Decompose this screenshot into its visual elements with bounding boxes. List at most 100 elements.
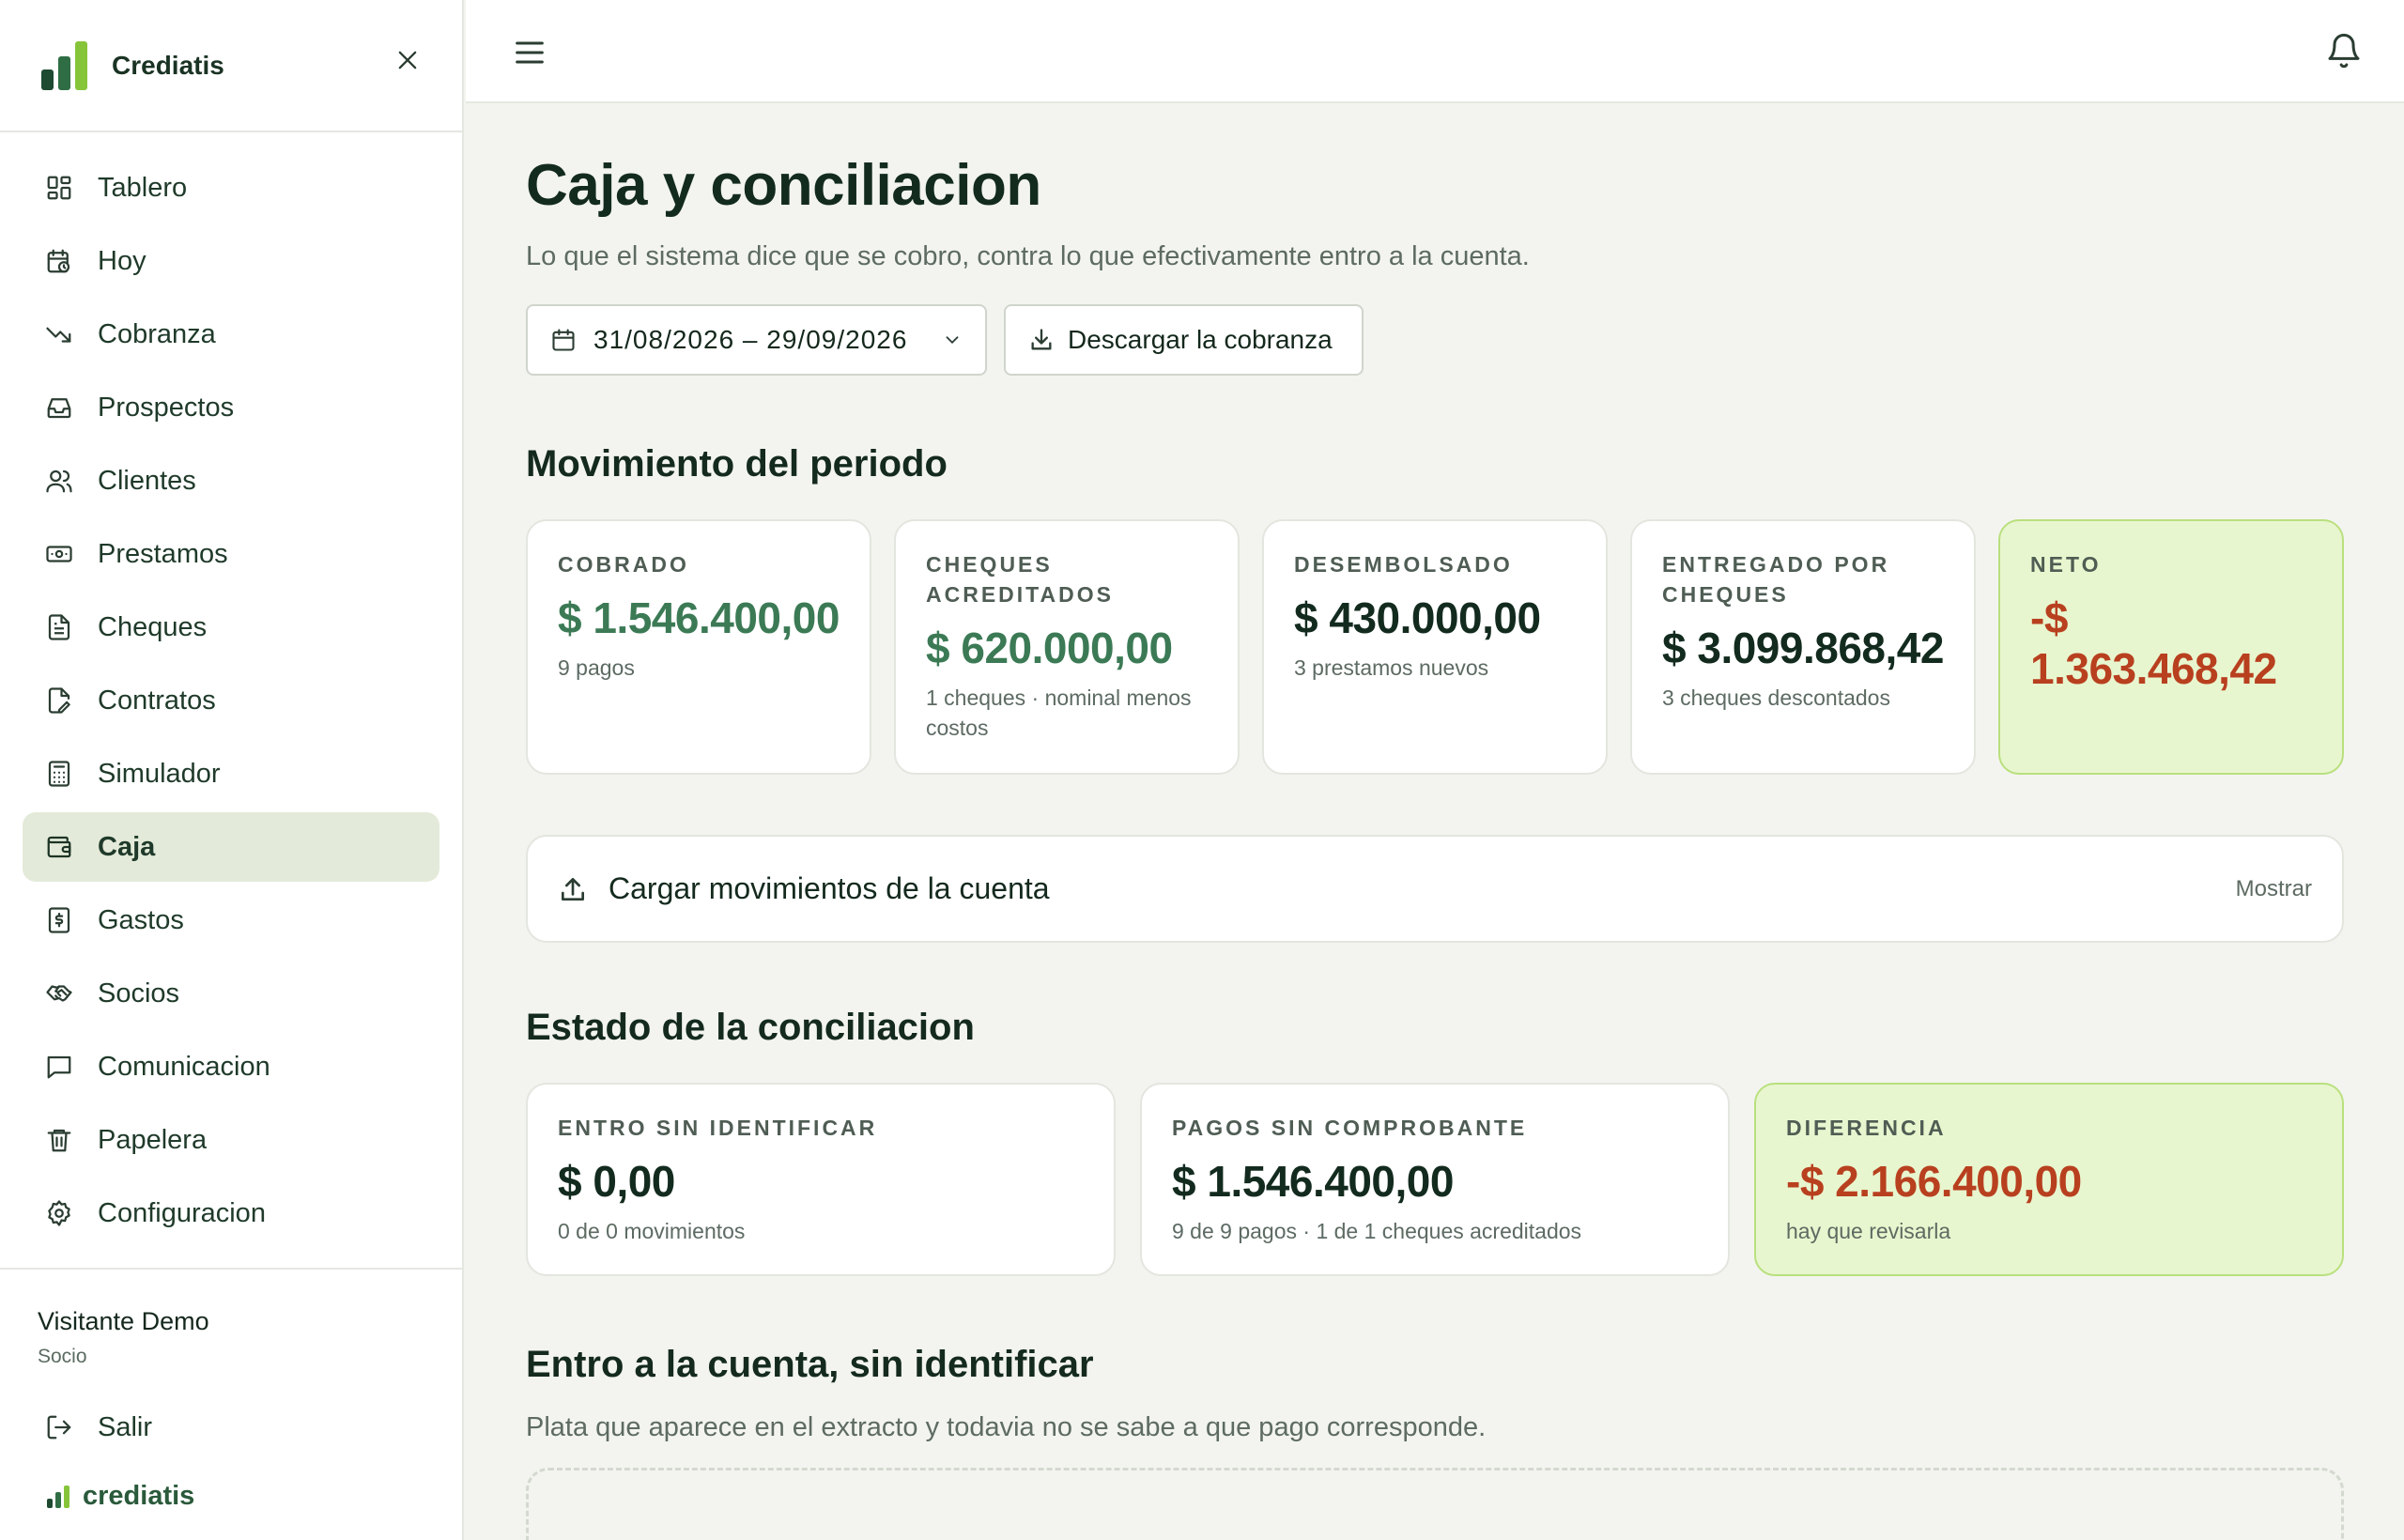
download-button[interactable]: Descargar la cobranza [1004,304,1364,376]
page-title: Caja y conciliacion [526,153,1041,218]
movimiento-cards: COBRADO $ 1.546.400,00 9 pagos CHEQUES A… [526,519,2344,775]
toolbar: 31/08/2026 – 29/09/2026 Descargar la cob… [526,304,2344,376]
sidebar-item-caja[interactable]: Caja [23,812,439,882]
sidebar-item-label: Papelera [98,1124,208,1155]
footer-brand-name: crediatis [83,1481,195,1511]
sidebar-item-cheques[interactable]: Cheques [23,593,439,662]
handshake-icon [46,985,72,1002]
card-label: NETO [2030,552,2102,577]
logo-icon [47,1485,69,1508]
footer-brand: crediatis [0,1481,464,1512]
gear-icon [48,1200,70,1226]
sidebar-item-label: Socios [98,978,180,1009]
card-note: hay que revisarla [1786,1219,1951,1243]
notifications-button[interactable] [2325,32,2363,69]
stat-card-entro-sin-identificar: ENTRO SIN IDENTIFICAR $ 0,00 0 de 0 movi… [526,1083,1116,1276]
sidebar-item-hoy[interactable]: Hoy [23,226,439,296]
sidebar-item-comunicacion[interactable]: Comunicacion [23,1032,439,1101]
card-label: PAGOS SIN COMPROBANTE [1172,1116,1528,1140]
sidebar-item-label: Contratos [98,685,216,716]
user-name: Visitante Demo [38,1307,209,1335]
logout-button[interactable]: Salir [23,1393,441,1462]
receipt-dollar-icon [48,907,70,933]
download-label: Descargar la cobranza [1068,325,1333,354]
brand-name: Crediatis [112,50,224,80]
sidebar-item-papelera[interactable]: Papelera [23,1105,439,1175]
section-subtitle-sin-identificar: Plata que aparece en el extracto y todav… [526,1412,1487,1442]
card-label: COBRADO [558,552,689,577]
trending-down-icon [46,327,71,343]
date-range-value: 31/08/2026 – 29/09/2026 [593,325,908,354]
upload-icon [562,877,584,901]
file-text-icon [48,614,70,640]
unidentified-dropzone [526,1468,2344,1540]
dashboard-icon [47,176,71,200]
stat-card-entregado-por-cheques: ENTREGADO POR CHEQUES $ 3.099.868,42 3 c… [1630,519,1976,775]
card-label: CHEQUES ACREDITADOS [926,552,1114,607]
date-range-picker[interactable]: 31/08/2026 – 29/09/2026 [526,304,987,376]
sidebar-item-tablero[interactable]: Tablero [23,153,439,223]
stat-card-cheques-acreditados: CHEQUES ACREDITADOS $ 620.000,00 1 chequ… [894,519,1240,775]
sidebar-item-clientes[interactable]: Clientes [23,446,439,516]
logo-icon [41,40,87,90]
card-note: 9 pagos [558,655,635,680]
users-icon [46,470,72,493]
section-title-sin-identificar: Entro a la cuenta, sin identificar [526,1344,1094,1385]
card-note: 1 cheques · nominal menos costos [926,685,1192,740]
user-role: Socio [38,1346,87,1367]
calendar-clock-icon [47,249,70,273]
calendar-icon [552,329,575,351]
page-subtitle: Lo que el sistema dice que se cobro, con… [526,241,1530,271]
sidebar-nav: Tablero Hoy Cobranza Prospectos Clientes… [0,132,462,1248]
card-value: $ 1.546.400,00 [558,593,840,642]
sidebar-item-label: Configuracion [98,1197,266,1228]
stat-card-diferencia: DIFERENCIA -$ 2.166.400,00 hay que revis… [1754,1083,2344,1276]
card-value: $ 3.099.868,42 [1662,624,1944,672]
sidebar-item-label: Cheques [98,611,208,642]
message-icon [47,1055,71,1079]
sidebar-item-label: Caja [98,831,156,862]
upload-movements-panel[interactable]: Cargar movimientos de la cuenta Mostrar [526,835,2344,943]
card-value: $ 620.000,00 [926,624,1173,672]
card-note: 0 de 0 movimientos [558,1219,746,1243]
conciliacion-cards: ENTRO SIN IDENTIFICAR $ 0,00 0 de 0 movi… [526,1083,2344,1276]
sidebar-item-label: Tablero [98,172,188,203]
sidebar-item-prestamos[interactable]: Prestamos [23,519,439,589]
file-edit-icon [48,687,70,714]
sidebar-item-configuracion[interactable]: Configuracion [23,1178,439,1248]
sidebar-footer: Visitante Demo Socio Salir crediatis [0,1268,464,1512]
hamburger-icon [516,41,544,64]
sidebar-item-contratos[interactable]: Contratos [23,666,439,735]
sidebar-item-cobranza[interactable]: Cobranza [23,300,439,369]
card-note: 9 de 9 pagos · 1 de 1 cheques acreditado… [1172,1219,1582,1243]
card-value: -$ 2.166.400,00 [1786,1157,2082,1206]
card-note: 3 prestamos nuevos [1294,655,1489,680]
card-note: 3 cheques descontados [1662,685,1890,710]
sidebar-item-prospectos[interactable]: Prospectos [23,373,439,442]
stat-card-pagos-sin-comprobante: PAGOS SIN COMPROBANTE $ 1.546.400,00 9 d… [1140,1083,1730,1276]
sidebar-item-gastos[interactable]: Gastos [23,886,439,955]
close-sidebar-button[interactable] [387,39,428,81]
card-label: DIFERENCIA [1786,1116,1947,1140]
close-icon [398,51,417,69]
menu-button[interactable] [511,34,548,71]
logout-label: Salir [98,1411,153,1442]
main-content: Caja y conciliacion Lo que el sistema di… [526,103,2344,1540]
sidebar: Crediatis Tablero Hoy Cobranza Prospecto… [0,0,464,1540]
card-value: -$ 1.363.468,42 [2030,593,2277,693]
card-value: $ 1.546.400,00 [1172,1157,1454,1206]
show-toggle-button[interactable]: Mostrar [2236,876,2312,902]
upload-label: Cargar movimientos de la cuenta [609,871,1050,905]
sidebar-item-simulador[interactable]: Simulador [23,739,439,808]
card-label: ENTREGADO POR CHEQUES [1662,552,1890,607]
sidebar-item-label: Simulador [98,758,221,789]
sidebar-item-label: Hoy [98,245,146,276]
topbar [466,0,2404,103]
wallet-icon [47,836,71,858]
sidebar-item-label: Clientes [98,465,196,496]
inbox-icon [47,398,71,419]
bell-icon [2328,33,2360,69]
sidebar-item-socios[interactable]: Socios [23,959,439,1028]
card-label: DESEMBOLSADO [1294,552,1513,577]
section-title-conciliacion: Estado de la conciliacion [526,1007,975,1048]
